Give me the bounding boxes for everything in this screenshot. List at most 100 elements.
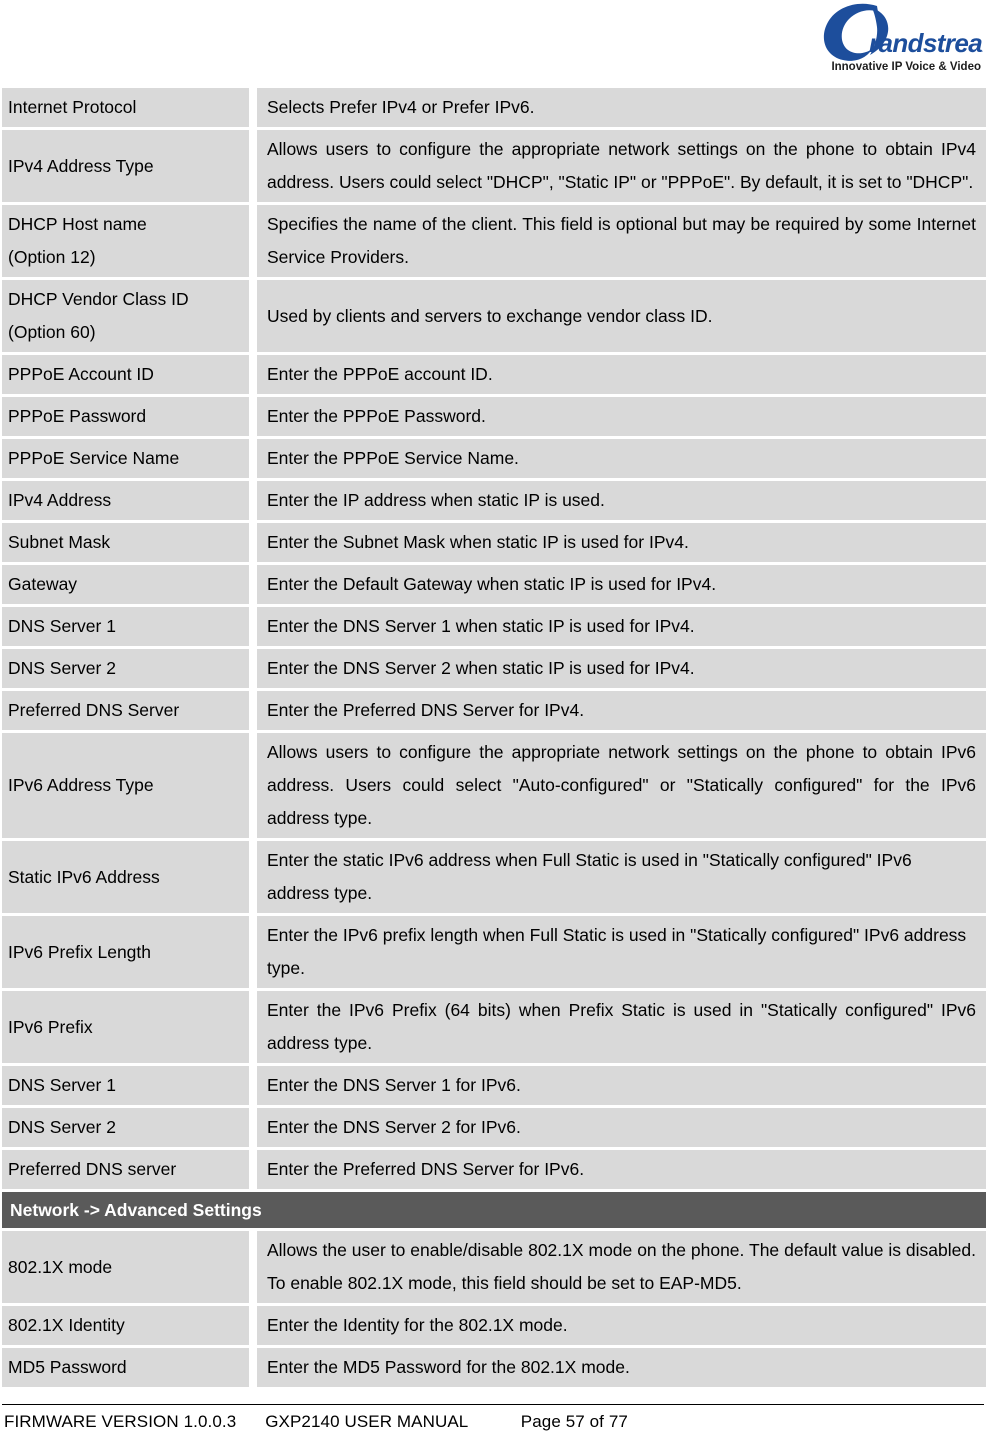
- column-gap: [249, 649, 257, 688]
- row-description: Enter the PPPoE Password.: [257, 397, 986, 436]
- column-gap: [249, 88, 257, 127]
- table-row: Preferred DNS server Enter the Preferred…: [2, 1150, 986, 1189]
- row-term: DNS Server 1: [2, 1066, 249, 1105]
- column-gap: [249, 397, 257, 436]
- row-description: Enter the DNS Server 2 when static IP is…: [257, 649, 986, 688]
- row-term: Preferred DNS Server: [2, 691, 249, 730]
- table-row: PPPoE Service Name Enter the PPPoE Servi…: [2, 439, 986, 478]
- settings-description-table: Internet Protocol Selects Prefer IPv4 or…: [2, 85, 986, 1390]
- row-term: PPPoE Service Name: [2, 439, 249, 478]
- row-description: Enter the Default Gateway when static IP…: [257, 565, 986, 604]
- column-gap: [249, 841, 257, 913]
- column-gap: [249, 481, 257, 520]
- column-gap: [249, 1108, 257, 1147]
- row-term: Internet Protocol: [2, 88, 249, 127]
- table-row: Subnet Mask Enter the Subnet Mask when s…: [2, 523, 986, 562]
- row-term: 802.1X Identity: [2, 1306, 249, 1345]
- row-description: Selects Prefer IPv4 or Prefer IPv6.: [257, 88, 986, 127]
- row-term: IPv6 Prefix: [2, 991, 249, 1063]
- row-description: Enter the DNS Server 1 when static IP is…: [257, 607, 986, 646]
- column-gap: [249, 991, 257, 1063]
- row-description: Enter the PPPoE account ID.: [257, 355, 986, 394]
- page-header: randstream Innovative IP Voice & Video: [0, 0, 991, 85]
- logo-tagline: Innovative IP Voice & Video: [831, 61, 981, 73]
- table-row: DNS Server 2 Enter the DNS Server 2 when…: [2, 649, 986, 688]
- svg-text:randstream: randstream: [869, 28, 983, 58]
- table-row: DNS Server 1 Enter the DNS Server 1 when…: [2, 607, 986, 646]
- row-term: DNS Server 2: [2, 1108, 249, 1147]
- row-description: Enter the Preferred DNS Server for IPv6.: [257, 1150, 986, 1189]
- column-gap: [249, 607, 257, 646]
- row-description: Enter the IP address when static IP is u…: [257, 481, 986, 520]
- row-description: Enter the Preferred DNS Server for IPv4.: [257, 691, 986, 730]
- row-term: Preferred DNS server: [2, 1150, 249, 1189]
- row-description: Enter the static IPv6 address when Full …: [257, 841, 986, 913]
- column-gap: [249, 1231, 257, 1303]
- row-description: Specifies the name of the client. This f…: [257, 205, 986, 277]
- row-term: 802.1X mode: [2, 1231, 249, 1303]
- table-row: Gateway Enter the Default Gateway when s…: [2, 565, 986, 604]
- column-gap: [249, 916, 257, 988]
- table-row: DNS Server 1 Enter the DNS Server 1 for …: [2, 1066, 986, 1105]
- row-term: Subnet Mask: [2, 523, 249, 562]
- column-gap: [249, 355, 257, 394]
- row-description: Used by clients and servers to exchange …: [257, 280, 986, 352]
- table-row: IPv6 Prefix Enter the IPv6 Prefix (64 bi…: [2, 991, 986, 1063]
- row-term: DNS Server 1: [2, 607, 249, 646]
- footer-divider: [2, 1404, 984, 1405]
- row-term: IPv6 Prefix Length: [2, 916, 249, 988]
- row-term: DHCP Vendor Class ID (Option 60): [2, 280, 249, 352]
- grandstream-logo: randstream Innovative IP Voice & Video: [815, 2, 983, 76]
- column-gap: [249, 523, 257, 562]
- row-term: Static IPv6 Address: [2, 841, 249, 913]
- row-term: DHCP Host name (Option 12): [2, 205, 249, 277]
- row-term: DNS Server 2: [2, 649, 249, 688]
- row-term: IPv4 Address Type: [2, 130, 249, 202]
- table-row: DHCP Host name (Option 12) Specifies the…: [2, 205, 986, 277]
- row-term: PPPoE Password: [2, 397, 249, 436]
- row-term: IPv4 Address: [2, 481, 249, 520]
- table-row: 802.1X mode Allows the user to enable/di…: [2, 1231, 986, 1303]
- row-term-line1: DHCP Vendor Class ID: [8, 289, 189, 309]
- row-term-line1: DHCP Host name: [8, 214, 147, 234]
- table-row: 802.1X Identity Enter the Identity for t…: [2, 1306, 986, 1345]
- row-term-line2: (Option 12): [8, 247, 96, 267]
- document-page: randstream Innovative IP Voice & Video I…: [0, 0, 991, 1444]
- grandstream-logo-icon: randstream Innovative IP Voice & Video: [823, 3, 983, 73]
- row-description: Allows users to configure the appropriat…: [257, 733, 986, 838]
- table-row: PPPoE Account ID Enter the PPPoE account…: [2, 355, 986, 394]
- column-gap: [249, 691, 257, 730]
- footer-text: FIRMWARE VERSION 1.0.0.3 GXP2140 USER MA…: [4, 1412, 628, 1431]
- column-gap: [249, 1306, 257, 1345]
- table-row: DNS Server 2 Enter the DNS Server 2 for …: [2, 1108, 986, 1147]
- table-row: DHCP Vendor Class ID (Option 60) Used by…: [2, 280, 986, 352]
- table-row: PPPoE Password Enter the PPPoE Password.: [2, 397, 986, 436]
- section-header-row: Network -> Advanced Settings: [2, 1192, 986, 1228]
- table-row: IPv6 Prefix Length Enter the IPv6 prefix…: [2, 916, 986, 988]
- column-gap: [249, 205, 257, 277]
- row-term: IPv6 Address Type: [2, 733, 249, 838]
- table-body: Internet Protocol Selects Prefer IPv4 or…: [2, 88, 986, 1387]
- page-footer: FIRMWARE VERSION 1.0.0.3 GXP2140 USER MA…: [0, 1382, 991, 1444]
- column-gap: [249, 130, 257, 202]
- row-term: PPPoE Account ID: [2, 355, 249, 394]
- row-description: Enter the IPv6 prefix length when Full S…: [257, 916, 986, 988]
- table-row: Static IPv6 Address Enter the static IPv…: [2, 841, 986, 913]
- column-gap: [249, 439, 257, 478]
- row-description: Allows the user to enable/disable 802.1X…: [257, 1231, 986, 1303]
- column-gap: [249, 733, 257, 838]
- row-description: Enter the PPPoE Service Name.: [257, 439, 986, 478]
- row-description: Enter the Subnet Mask when static IP is …: [257, 523, 986, 562]
- section-header-label: Network -> Advanced Settings: [2, 1192, 986, 1228]
- table-row: Internet Protocol Selects Prefer IPv4 or…: [2, 88, 986, 127]
- row-description: Enter the Identity for the 802.1X mode.: [257, 1306, 986, 1345]
- column-gap: [249, 1150, 257, 1189]
- table-row: IPv4 Address Type Allows users to config…: [2, 130, 986, 202]
- column-gap: [249, 280, 257, 352]
- row-description: Enter the DNS Server 2 for IPv6.: [257, 1108, 986, 1147]
- row-description: Enter the DNS Server 1 for IPv6.: [257, 1066, 986, 1105]
- row-description: Allows users to configure the appropriat…: [257, 130, 986, 202]
- column-gap: [249, 565, 257, 604]
- row-description: Enter the IPv6 Prefix (64 bits) when Pre…: [257, 991, 986, 1063]
- table-row: Preferred DNS Server Enter the Preferred…: [2, 691, 986, 730]
